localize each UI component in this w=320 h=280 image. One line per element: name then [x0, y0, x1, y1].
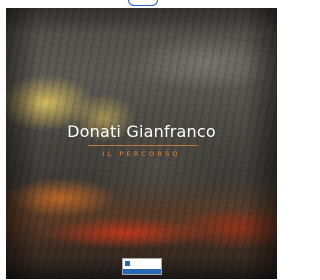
- top-arc-decoration: [128, 0, 158, 6]
- cover-subtitle: IL PERCORSO: [102, 150, 181, 158]
- book-cover: Donati Gianfranco IL PERCORSO: [6, 8, 277, 279]
- publisher-logo-band: [123, 269, 161, 274]
- cover-title: Donati Gianfranco: [67, 122, 216, 141]
- publisher-logo-icon: [125, 261, 130, 266]
- title-divider: [88, 145, 198, 146]
- publisher-logo: [123, 259, 161, 274]
- page: Donati Gianfranco IL PERCORSO: [0, 0, 284, 280]
